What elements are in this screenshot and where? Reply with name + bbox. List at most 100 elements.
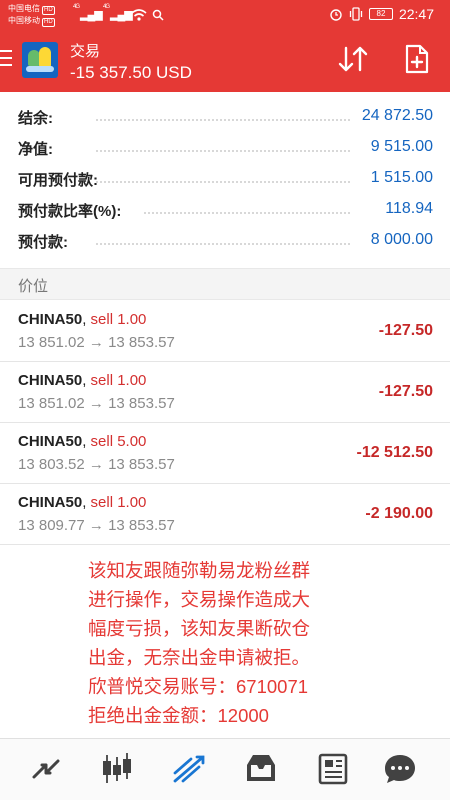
equity-label: 净值:: [18, 141, 53, 158]
overlay-annotation: 该知友跟随弥勒易龙粉丝群 进行操作，交易操作造成大 幅度亏损，该知友果断砍仓 出…: [88, 556, 368, 730]
floating-profit: -15 357.50 USD: [70, 63, 192, 82]
current-price: 13 853.57: [108, 334, 175, 351]
dotted-leader: [96, 150, 350, 152]
arrow-icon: →: [88, 456, 104, 473]
vibrate-icon: [349, 7, 363, 21]
current-price: 13 853.57: [108, 517, 175, 534]
current-price: 13 853.57: [108, 395, 175, 412]
position-action: sell 5.00: [90, 433, 147, 450]
position-prices: 13 851.02 → 13 853.57: [18, 395, 175, 412]
signal-icon: ▂▄▆: [80, 9, 103, 21]
add-document-icon[interactable]: [405, 44, 429, 74]
network-type-1: 4G: [73, 4, 80, 10]
position-prices: 13 851.02 → 13 853.57: [18, 334, 175, 351]
arrow-icon: →: [88, 334, 104, 351]
battery-icon: 82: [368, 8, 393, 20]
overlay-line: 拒绝出金金额：12000: [88, 705, 269, 726]
positions-section-header: 价位: [0, 268, 450, 300]
margin-level-row: 预付款比率(%): 118.94: [0, 194, 450, 225]
dotted-leader: [96, 119, 350, 121]
position-profit: -12 512.50: [356, 444, 433, 461]
open-price: 13 809.77: [18, 517, 85, 534]
position-header: CHINA50, sell 5.00: [18, 433, 146, 450]
position-symbol: CHINA50: [18, 372, 83, 389]
position-symbol: CHINA50: [18, 494, 83, 511]
equity-row: 净值: 9 515.00: [0, 132, 450, 163]
position-row[interactable]: CHINA50, sell 1.00 13 809.77 → 13 853.57…: [0, 485, 450, 545]
carrier-1-hd-badge: HD: [42, 6, 55, 15]
open-price: 13 851.02: [18, 334, 85, 351]
position-action: sell 1.00: [90, 311, 147, 328]
margin-row: 预付款: 8 000.00: [0, 225, 450, 256]
position-prices: 13 809.77 → 13 853.57: [18, 517, 175, 534]
carrier-1-label: 中国电信: [8, 4, 40, 13]
position-header: CHINA50, sell 1.00: [18, 494, 146, 511]
overlay-line: 幅度亏损，该知友果断砍仓: [88, 618, 311, 639]
open-price: 13 803.52: [18, 456, 85, 473]
sort-icon[interactable]: [336, 44, 370, 74]
equity-value: 9 515.00: [364, 138, 433, 156]
margin-label: 预付款:: [18, 234, 68, 251]
bottom-navigation: [0, 738, 450, 800]
margin-value: 8 000.00: [364, 231, 433, 249]
arrow-icon: →: [88, 517, 104, 534]
trade-icon[interactable]: [169, 751, 209, 787]
open-price: 13 851.02: [18, 395, 85, 412]
carrier-2-hd-badge: HD: [42, 18, 55, 27]
position-row[interactable]: CHINA50, sell 1.00 13 851.02 → 13 853.57…: [0, 302, 450, 362]
position-action: sell 1.00: [90, 494, 147, 511]
position-symbol: CHINA50: [18, 433, 83, 450]
carrier-info: 中国电信 HD 中国移动 HD: [8, 3, 55, 27]
overlay-line: 进行操作，交易操作造成大: [88, 589, 311, 610]
alarm-icon: [330, 9, 342, 21]
current-price: 13 853.57: [108, 456, 175, 473]
position-symbol: CHINA50: [18, 311, 83, 328]
free-margin-row: 可用预付款: 1 515.00: [0, 163, 450, 194]
position-header: CHINA50, sell 1.00: [18, 372, 146, 389]
overlay-line: 该知友跟随弥勒易龙粉丝群: [88, 560, 311, 581]
chart-icon[interactable]: [97, 751, 137, 787]
carrier-2-label: 中国移动: [8, 16, 40, 25]
signal-icon: ▂▄▆: [110, 9, 133, 21]
status-time: 22:47: [398, 6, 434, 22]
balance-value: 24 872.50: [355, 107, 433, 125]
position-action: sell 1.00: [90, 372, 147, 389]
network-type-2: 4G: [103, 4, 110, 10]
position-header: CHINA50, sell 1.00: [18, 311, 146, 328]
arrow-icon: →: [88, 395, 104, 412]
position-row[interactable]: CHINA50, sell 5.00 13 803.52 → 13 853.57…: [0, 424, 450, 484]
menu-icon[interactable]: [0, 50, 12, 70]
status-right: 82 22:47: [329, 6, 434, 22]
free-margin-label: 可用预付款:: [18, 172, 98, 189]
free-margin-value: 1 515.00: [364, 169, 433, 187]
balance-label: 结余:: [18, 110, 53, 127]
app-logo[interactable]: [22, 42, 58, 78]
section-title: 价位: [18, 278, 49, 295]
margin-level-label: 预付款比率(%):: [18, 203, 122, 220]
status-bar: 中国电信 HD 中国移动 HD 4G ▂▄▆ 4G ▂▄▆ 82 22:47: [0, 0, 450, 30]
position-profit: -2 190.00: [365, 505, 433, 522]
overlay-line: 出金，无奈出金申请被拒。: [88, 647, 311, 668]
position-separator: ,: [82, 494, 87, 511]
history-icon[interactable]: [241, 751, 281, 787]
page-title: 交易: [70, 43, 101, 60]
margin-level-value: 118.94: [379, 200, 433, 218]
dotted-leader: [144, 212, 350, 214]
app-bar: 交易 -15 357.50 USD: [0, 30, 450, 92]
position-row[interactable]: CHINA50, sell 1.00 13 851.02 → 13 853.57…: [0, 363, 450, 423]
position-separator: ,: [82, 372, 87, 389]
position-profit: -127.50: [378, 383, 433, 400]
position-separator: ,: [82, 311, 87, 328]
dotted-leader: [96, 243, 350, 245]
position-profit: -127.50: [378, 322, 433, 339]
news-icon[interactable]: [314, 751, 354, 787]
chat-icon[interactable]: [380, 751, 420, 787]
position-prices: 13 803.52 → 13 853.57: [18, 456, 175, 473]
quotes-icon[interactable]: [26, 751, 66, 787]
position-separator: ,: [82, 433, 87, 450]
balance-row: 结余: 24 872.50: [0, 101, 450, 132]
wifi-icon: [131, 9, 147, 21]
search-icon: [152, 9, 164, 21]
overlay-line: 欣普悦交易账号：6710071: [88, 676, 309, 697]
dotted-leader: [96, 181, 350, 183]
